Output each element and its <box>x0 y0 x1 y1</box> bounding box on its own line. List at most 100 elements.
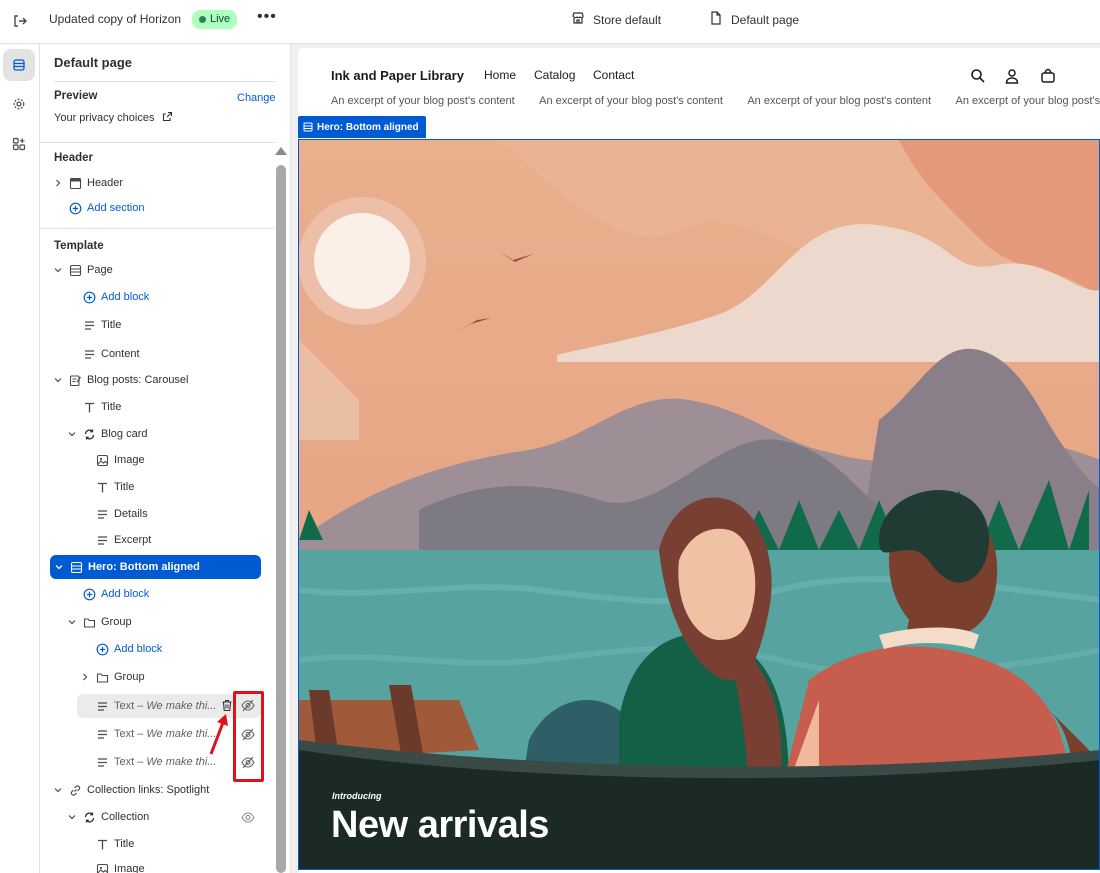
chevron-down-icon[interactable] <box>66 430 78 438</box>
tree-item-page[interactable]: Page <box>52 259 113 281</box>
add-block-label: Add block <box>114 643 163 655</box>
search-icon[interactable] <box>970 68 986 84</box>
tree-item-blog-posts[interactable]: Blog posts: Carousel <box>52 369 189 391</box>
add-block-label: Add block <box>101 588 150 600</box>
chevron-down-icon[interactable] <box>66 813 78 821</box>
add-block-button[interactable]: Add block <box>82 286 149 308</box>
panel-title: Default page <box>54 55 133 70</box>
blog-excerpt: An excerpt of your blog post's content <box>539 95 723 107</box>
cart-icon[interactable] <box>1040 68 1056 84</box>
tree-item-collection[interactable]: Collection <box>66 806 149 828</box>
tree-item-image[interactable]: Image <box>95 449 145 471</box>
nav-link-contact[interactable]: Contact <box>593 68 634 82</box>
tree-item-label: Image <box>114 863 145 873</box>
account-icon[interactable] <box>1004 68 1020 84</box>
tree-item-text[interactable]: Text – We make thi... <box>95 723 216 745</box>
live-badge: Live <box>192 10 238 29</box>
chevron-down-icon[interactable] <box>52 376 64 384</box>
blog-excerpt-strip: An excerpt of your blog post's content A… <box>331 95 1100 107</box>
chevron-down-icon[interactable] <box>52 266 64 274</box>
add-circle-icon <box>82 587 96 601</box>
tree-item-label: Excerpt <box>114 534 152 546</box>
tree-item-title[interactable]: Title <box>82 396 121 418</box>
tree-item-content[interactable]: Content <box>82 343 140 365</box>
chevron-down-icon[interactable] <box>52 786 64 794</box>
add-block-button[interactable]: Add block <box>82 583 149 605</box>
preview-label: Preview <box>54 90 98 102</box>
gear-icon <box>13 98 25 110</box>
apps-icon <box>12 137 26 151</box>
theme-name: Updated copy of Horizon <box>49 12 182 26</box>
add-section-button[interactable]: Add section <box>68 197 144 219</box>
text-lines-icon <box>95 727 109 741</box>
apps-rail-button[interactable] <box>3 128 35 160</box>
section-icon <box>303 122 313 132</box>
tree-item-title[interactable]: Title <box>82 314 121 336</box>
tree-item-hero-selected[interactable]: Hero: Bottom aligned <box>50 555 261 579</box>
scroll-up-arrow-icon[interactable] <box>275 147 287 155</box>
page-label: Default page <box>731 12 800 27</box>
tree-item-label: Group <box>114 671 145 683</box>
hero-banner[interactable]: Introducing New arrivals <box>298 139 1100 870</box>
template-group-label: Template <box>54 240 104 252</box>
annotation-arrow <box>209 714 228 755</box>
hero-tag-label: Hero: Bottom aligned <box>317 121 419 133</box>
tree-item-label: Hero: Bottom aligned <box>88 561 200 573</box>
tree-item-collection-links[interactable]: Collection links: Spotlight <box>52 779 209 801</box>
tree-item-label: Blog posts: Carousel <box>87 374 189 386</box>
nav-link-catalog[interactable]: Catalog <box>534 68 575 82</box>
hero-illustration <box>299 140 1099 869</box>
tree-item-title[interactable]: Title <box>95 833 134 855</box>
tree-item-title[interactable]: Title <box>95 476 134 498</box>
store-selector[interactable]: Store default <box>571 11 661 28</box>
text-t-icon <box>95 480 109 494</box>
link-icon <box>68 783 82 797</box>
text-lines-icon <box>95 699 109 713</box>
preview-change-link[interactable]: Change <box>237 92 276 104</box>
tree-item-image[interactable]: Image <box>95 858 145 873</box>
blog-icon <box>68 373 82 387</box>
store-logo[interactable]: Ink and Paper Library <box>331 68 464 83</box>
folder-icon <box>82 615 96 629</box>
tree-item-label: Text <box>114 756 135 768</box>
section-icon <box>69 560 83 574</box>
tree-item-group[interactable]: Group <box>79 666 145 688</box>
panel-scrollbar[interactable] <box>275 147 287 873</box>
tree-item-header[interactable]: Header <box>52 172 123 194</box>
tree-item-excerpt[interactable]: Excerpt <box>95 529 151 551</box>
tree-item-group[interactable]: Group <box>66 611 132 633</box>
hero-section-tag[interactable]: Hero: Bottom aligned <box>298 116 426 138</box>
repeat-icon <box>82 810 96 824</box>
more-actions-button[interactable]: ••• <box>257 8 277 26</box>
text-t-icon <box>82 400 96 414</box>
preview-value-text: Your privacy choices <box>54 112 155 124</box>
tree-item-text[interactable]: Text – We make thi... <box>95 751 216 773</box>
image-icon <box>95 862 109 873</box>
external-link-icon[interactable] <box>162 111 173 122</box>
chevron-right-icon[interactable] <box>79 673 91 681</box>
tree-item-label: Details <box>114 508 148 520</box>
add-block-button[interactable]: Add block <box>95 638 162 660</box>
tree-item-preview: – We make thi... <box>137 700 217 712</box>
chevron-down-icon[interactable] <box>53 563 65 571</box>
chevron-right-icon[interactable] <box>52 179 64 187</box>
tree-item-label: Collection links: Spotlight <box>87 784 210 796</box>
tree-item-label: Text <box>114 728 135 740</box>
chevron-down-icon[interactable] <box>66 618 78 626</box>
exit-icon[interactable] <box>10 11 30 31</box>
sections-icon <box>13 59 25 71</box>
page-selector[interactable]: Default page <box>709 11 799 28</box>
blog-excerpt: An excerpt of your blog post's content <box>747 95 932 107</box>
tree-item-blog-card[interactable]: Blog card <box>66 423 147 445</box>
header-group-label: Header <box>54 152 93 164</box>
add-circle-icon <box>95 642 109 656</box>
tree-item-details[interactable]: Details <box>95 503 148 525</box>
sections-rail-button[interactable] <box>3 49 35 81</box>
tree-item-label: Blog card <box>101 428 148 440</box>
store-label: Store default <box>593 12 662 27</box>
nav-link-home[interactable]: Home <box>484 68 516 82</box>
scrollbar-thumb[interactable] <box>276 165 286 873</box>
settings-rail-button[interactable] <box>3 88 35 120</box>
eye-icon[interactable] <box>241 811 255 829</box>
tree-item-preview: – We make thi... <box>137 728 217 740</box>
